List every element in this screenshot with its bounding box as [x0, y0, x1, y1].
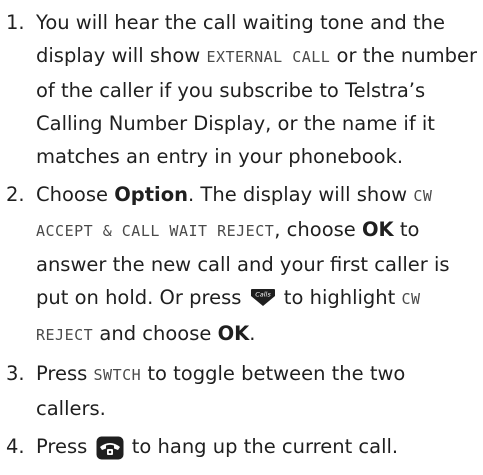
option-softkey-label: Option — [114, 183, 189, 206]
instruction-list: 1. You will hear the call waiting tone a… — [0, 6, 483, 471]
step-text: . The display will show — [188, 183, 414, 206]
ok-softkey-label: OK — [361, 218, 394, 241]
step-number: 3. — [6, 362, 25, 385]
step-1: 1. You will hear the call waiting tone a… — [0, 6, 483, 173]
display-text-swtch: SWTCH — [93, 366, 142, 384]
step-text: to highlight — [277, 286, 402, 309]
hang-up-key-icon — [96, 433, 124, 466]
step-number: 4. — [6, 435, 25, 458]
step-3: 3. Press SWTCH to toggle between the two… — [0, 357, 483, 425]
step-text: Choose — [36, 183, 115, 206]
step-text: to hang up the current call. — [125, 435, 399, 458]
ok-softkey-label: OK — [217, 322, 250, 345]
step-4: 4. Press to hang up the current call. — [0, 430, 483, 466]
step-2: 2. Choose Option. The display will show … — [0, 178, 483, 352]
step-text: , choose — [274, 218, 362, 241]
step-number: 1. — [6, 11, 25, 34]
calls-key-label: Calls — [255, 291, 271, 299]
calls-key-icon: Calls — [250, 284, 276, 317]
step-text: . — [249, 322, 256, 345]
step-number: 2. — [6, 183, 25, 206]
step-text: Press — [36, 362, 94, 385]
display-text-external-call: EXTERNAL CALL — [206, 48, 331, 66]
step-text: and choose — [93, 322, 218, 345]
step-text: Press — [36, 435, 94, 458]
